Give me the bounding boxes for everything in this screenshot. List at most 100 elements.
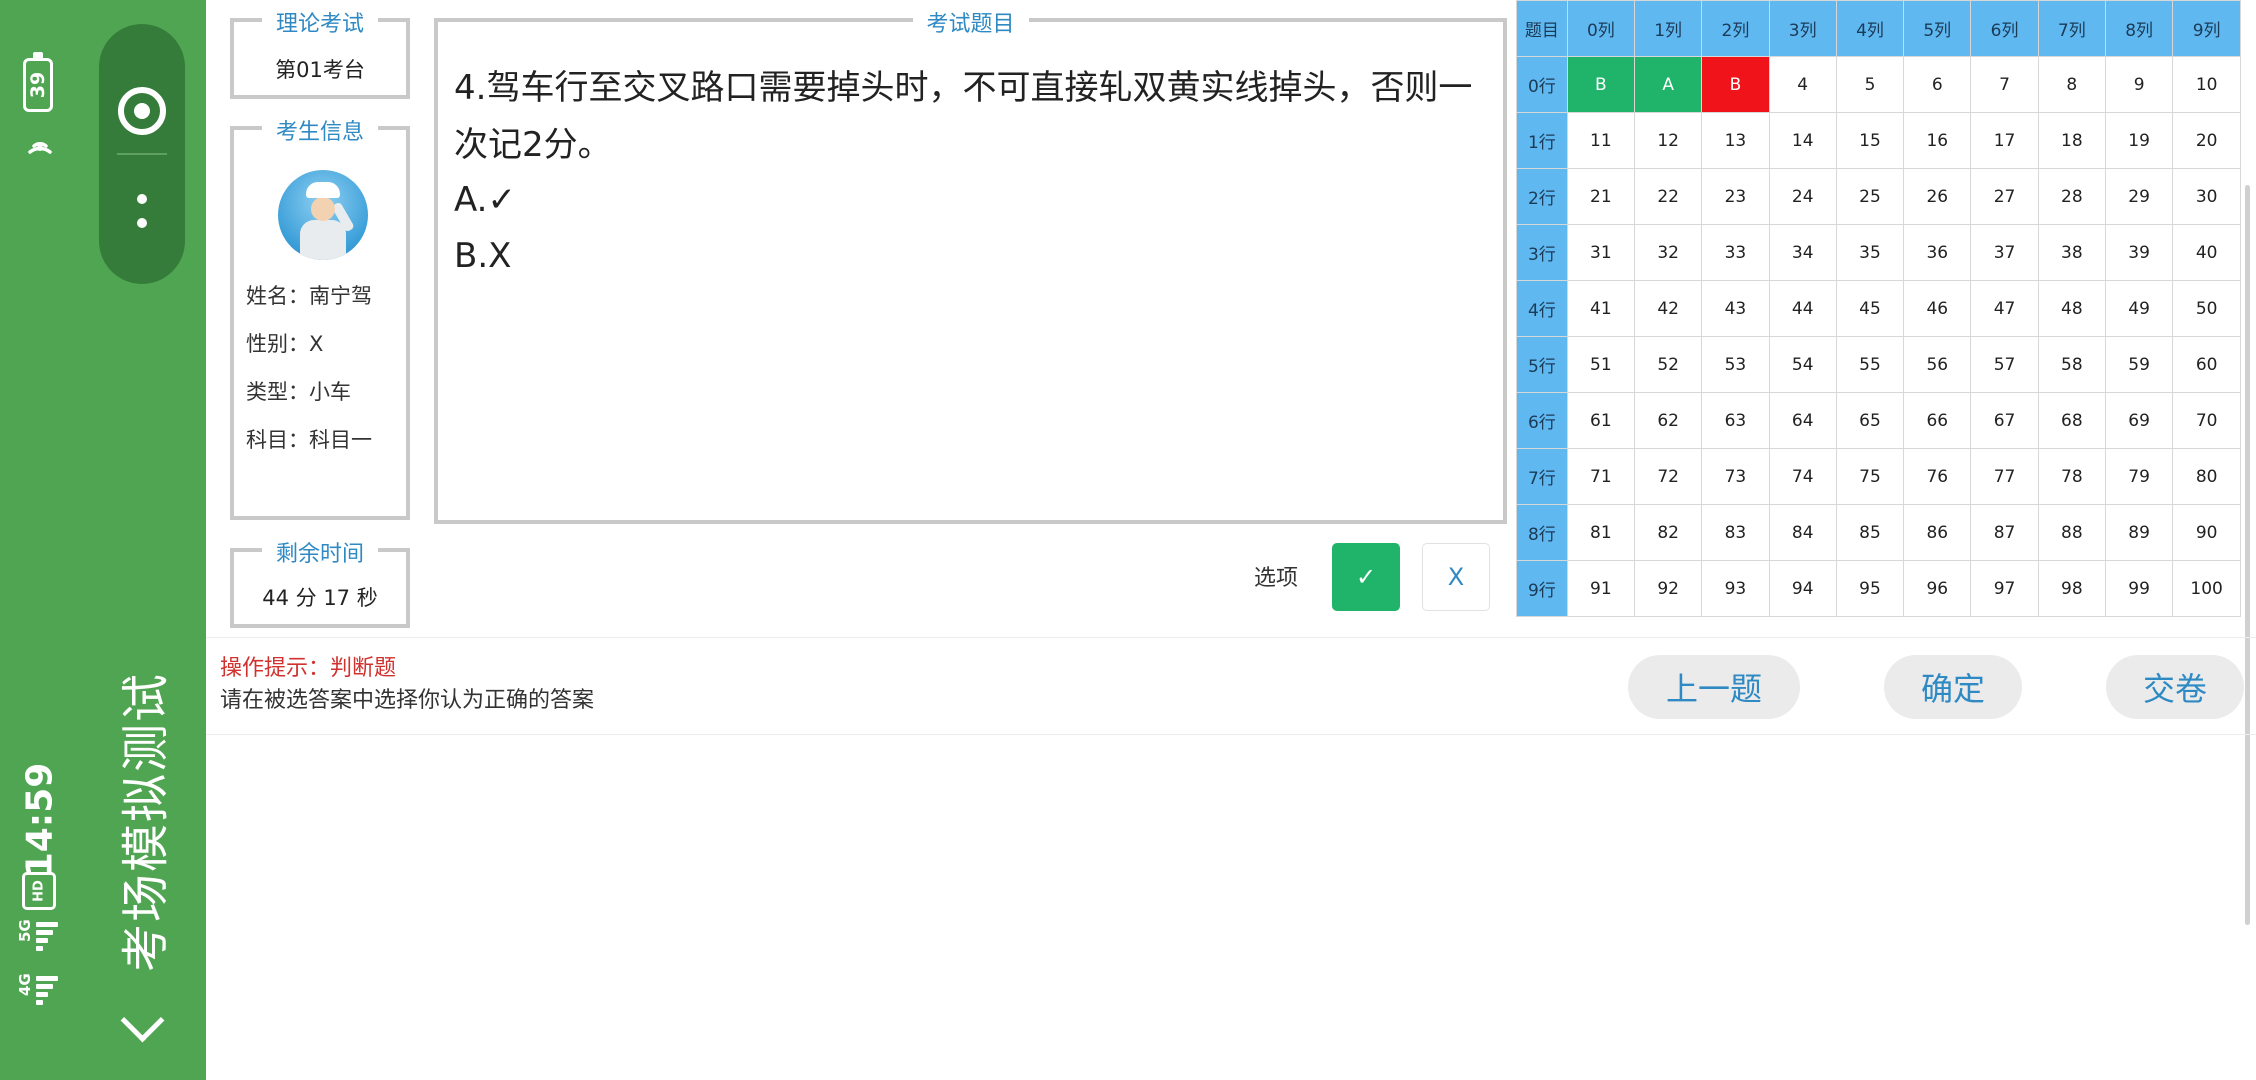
prev-question-button[interactable]: 上一题 [1628, 655, 1800, 719]
grid-question-cell[interactable]: 85 [1835, 504, 1905, 561]
grid-question-cell[interactable]: 37 [1970, 224, 2039, 281]
grid-question-cell[interactable]: 84 [1768, 504, 1837, 561]
grid-question-cell[interactable]: 41 [1566, 280, 1636, 337]
grid-question-cell[interactable]: 91 [1566, 560, 1636, 617]
grid-question-cell[interactable]: 32 [1634, 224, 1703, 281]
grid-question-cell[interactable]: 14 [1768, 112, 1837, 169]
grid-question-cell[interactable]: 16 [1903, 112, 1972, 169]
grid-question-cell[interactable]: 34 [1768, 224, 1837, 281]
grid-question-cell[interactable]: 9 [2104, 56, 2174, 113]
grid-question-cell[interactable]: B [1566, 56, 1636, 113]
more-dots-icon[interactable] [137, 194, 147, 234]
grid-question-cell[interactable]: 51 [1566, 336, 1636, 393]
grid-question-cell[interactable]: 94 [1768, 560, 1837, 617]
grid-question-cell[interactable]: 63 [1701, 392, 1770, 449]
grid-question-cell[interactable]: 35 [1835, 224, 1905, 281]
grid-question-cell[interactable]: 29 [2104, 168, 2174, 225]
grid-question-cell[interactable]: 54 [1768, 336, 1837, 393]
grid-question-cell[interactable]: 98 [2037, 560, 2106, 617]
grid-question-cell[interactable]: 88 [2037, 504, 2106, 561]
grid-question-cell[interactable]: 28 [2037, 168, 2106, 225]
grid-question-cell[interactable]: 26 [1903, 168, 1972, 225]
grid-question-cell[interactable]: 21 [1566, 168, 1636, 225]
grid-question-cell[interactable]: 69 [2104, 392, 2174, 449]
grid-question-cell[interactable]: 87 [1970, 504, 2039, 561]
grid-question-cell[interactable]: 50 [2172, 280, 2241, 337]
grid-question-cell[interactable]: 65 [1835, 392, 1905, 449]
grid-question-cell[interactable]: 95 [1835, 560, 1905, 617]
grid-question-cell[interactable]: 33 [1701, 224, 1770, 281]
grid-question-cell[interactable]: 76 [1903, 448, 1972, 505]
grid-question-cell[interactable]: A [1634, 56, 1703, 113]
confirm-button[interactable]: 确定 [1884, 655, 2022, 719]
grid-question-cell[interactable]: 6 [1903, 56, 1972, 113]
grid-question-cell[interactable]: 55 [1835, 336, 1905, 393]
grid-question-cell[interactable]: 79 [2104, 448, 2174, 505]
grid-question-cell[interactable]: 19 [2104, 112, 2174, 169]
grid-question-cell[interactable]: 13 [1701, 112, 1770, 169]
grid-question-cell[interactable]: 45 [1835, 280, 1905, 337]
grid-question-cell[interactable]: 53 [1701, 336, 1770, 393]
grid-question-cell[interactable]: 12 [1634, 112, 1703, 169]
grid-question-cell[interactable]: 92 [1634, 560, 1703, 617]
grid-question-cell[interactable]: 44 [1768, 280, 1837, 337]
grid-question-cell[interactable]: 70 [2172, 392, 2241, 449]
grid-question-cell[interactable]: 61 [1566, 392, 1636, 449]
grid-question-cell[interactable]: 78 [2037, 448, 2106, 505]
grid-question-cell[interactable]: 31 [1566, 224, 1636, 281]
grid-question-cell[interactable]: 72 [1634, 448, 1703, 505]
grid-question-cell[interactable]: 27 [1970, 168, 2039, 225]
grid-question-cell[interactable]: 74 [1768, 448, 1837, 505]
grid-question-cell[interactable]: 15 [1835, 112, 1905, 169]
grid-question-cell[interactable]: 73 [1701, 448, 1770, 505]
grid-question-cell[interactable]: 75 [1835, 448, 1905, 505]
grid-question-cell[interactable]: 81 [1566, 504, 1636, 561]
grid-question-cell[interactable]: 90 [2172, 504, 2241, 561]
grid-question-cell[interactable]: 93 [1701, 560, 1770, 617]
target-icon[interactable] [118, 87, 166, 135]
grid-question-cell[interactable]: 49 [2104, 280, 2174, 337]
grid-question-cell[interactable]: 52 [1634, 336, 1703, 393]
grid-question-cell[interactable]: 62 [1634, 392, 1703, 449]
grid-question-cell[interactable]: B [1701, 56, 1770, 113]
grid-question-cell[interactable]: 96 [1903, 560, 1972, 617]
grid-question-cell[interactable]: 67 [1970, 392, 2039, 449]
grid-question-cell[interactable]: 38 [2037, 224, 2106, 281]
grid-question-cell[interactable]: 57 [1970, 336, 2039, 393]
chevron-down-icon[interactable] [120, 998, 165, 1043]
grid-question-cell[interactable]: 20 [2172, 112, 2241, 169]
grid-question-cell[interactable]: 22 [1634, 168, 1703, 225]
grid-scrollbar[interactable] [2245, 185, 2250, 925]
grid-question-cell[interactable]: 23 [1701, 168, 1770, 225]
grid-question-cell[interactable]: 58 [2037, 336, 2106, 393]
grid-question-cell[interactable]: 42 [1634, 280, 1703, 337]
grid-question-cell[interactable]: 40 [2172, 224, 2241, 281]
grid-question-cell[interactable]: 36 [1903, 224, 1972, 281]
grid-question-cell[interactable]: 7 [1970, 56, 2039, 113]
grid-question-cell[interactable]: 47 [1970, 280, 2039, 337]
grid-question-cell[interactable]: 25 [1835, 168, 1905, 225]
grid-question-cell[interactable]: 48 [2037, 280, 2106, 337]
grid-question-cell[interactable]: 100 [2172, 560, 2241, 617]
answer-true-button[interactable]: ✓ [1332, 543, 1400, 611]
grid-question-cell[interactable]: 66 [1903, 392, 1972, 449]
grid-question-cell[interactable]: 30 [2172, 168, 2241, 225]
grid-question-cell[interactable]: 10 [2172, 56, 2241, 113]
grid-question-cell[interactable]: 80 [2172, 448, 2241, 505]
grid-question-cell[interactable]: 59 [2104, 336, 2174, 393]
grid-question-cell[interactable]: 77 [1970, 448, 2039, 505]
grid-question-cell[interactable]: 24 [1768, 168, 1837, 225]
grid-question-cell[interactable]: 11 [1566, 112, 1636, 169]
grid-question-cell[interactable]: 17 [1970, 112, 2039, 169]
grid-question-cell[interactable]: 5 [1835, 56, 1905, 113]
grid-question-cell[interactable]: 82 [1634, 504, 1703, 561]
grid-question-cell[interactable]: 18 [2037, 112, 2106, 169]
grid-question-cell[interactable]: 89 [2104, 504, 2174, 561]
grid-question-cell[interactable]: 46 [1903, 280, 1972, 337]
answer-false-button[interactable]: X [1422, 543, 1490, 611]
grid-question-cell[interactable]: 56 [1903, 336, 1972, 393]
grid-question-cell[interactable]: 60 [2172, 336, 2241, 393]
grid-question-cell[interactable]: 83 [1701, 504, 1770, 561]
grid-question-cell[interactable]: 99 [2104, 560, 2174, 617]
grid-question-cell[interactable]: 4 [1768, 56, 1837, 113]
